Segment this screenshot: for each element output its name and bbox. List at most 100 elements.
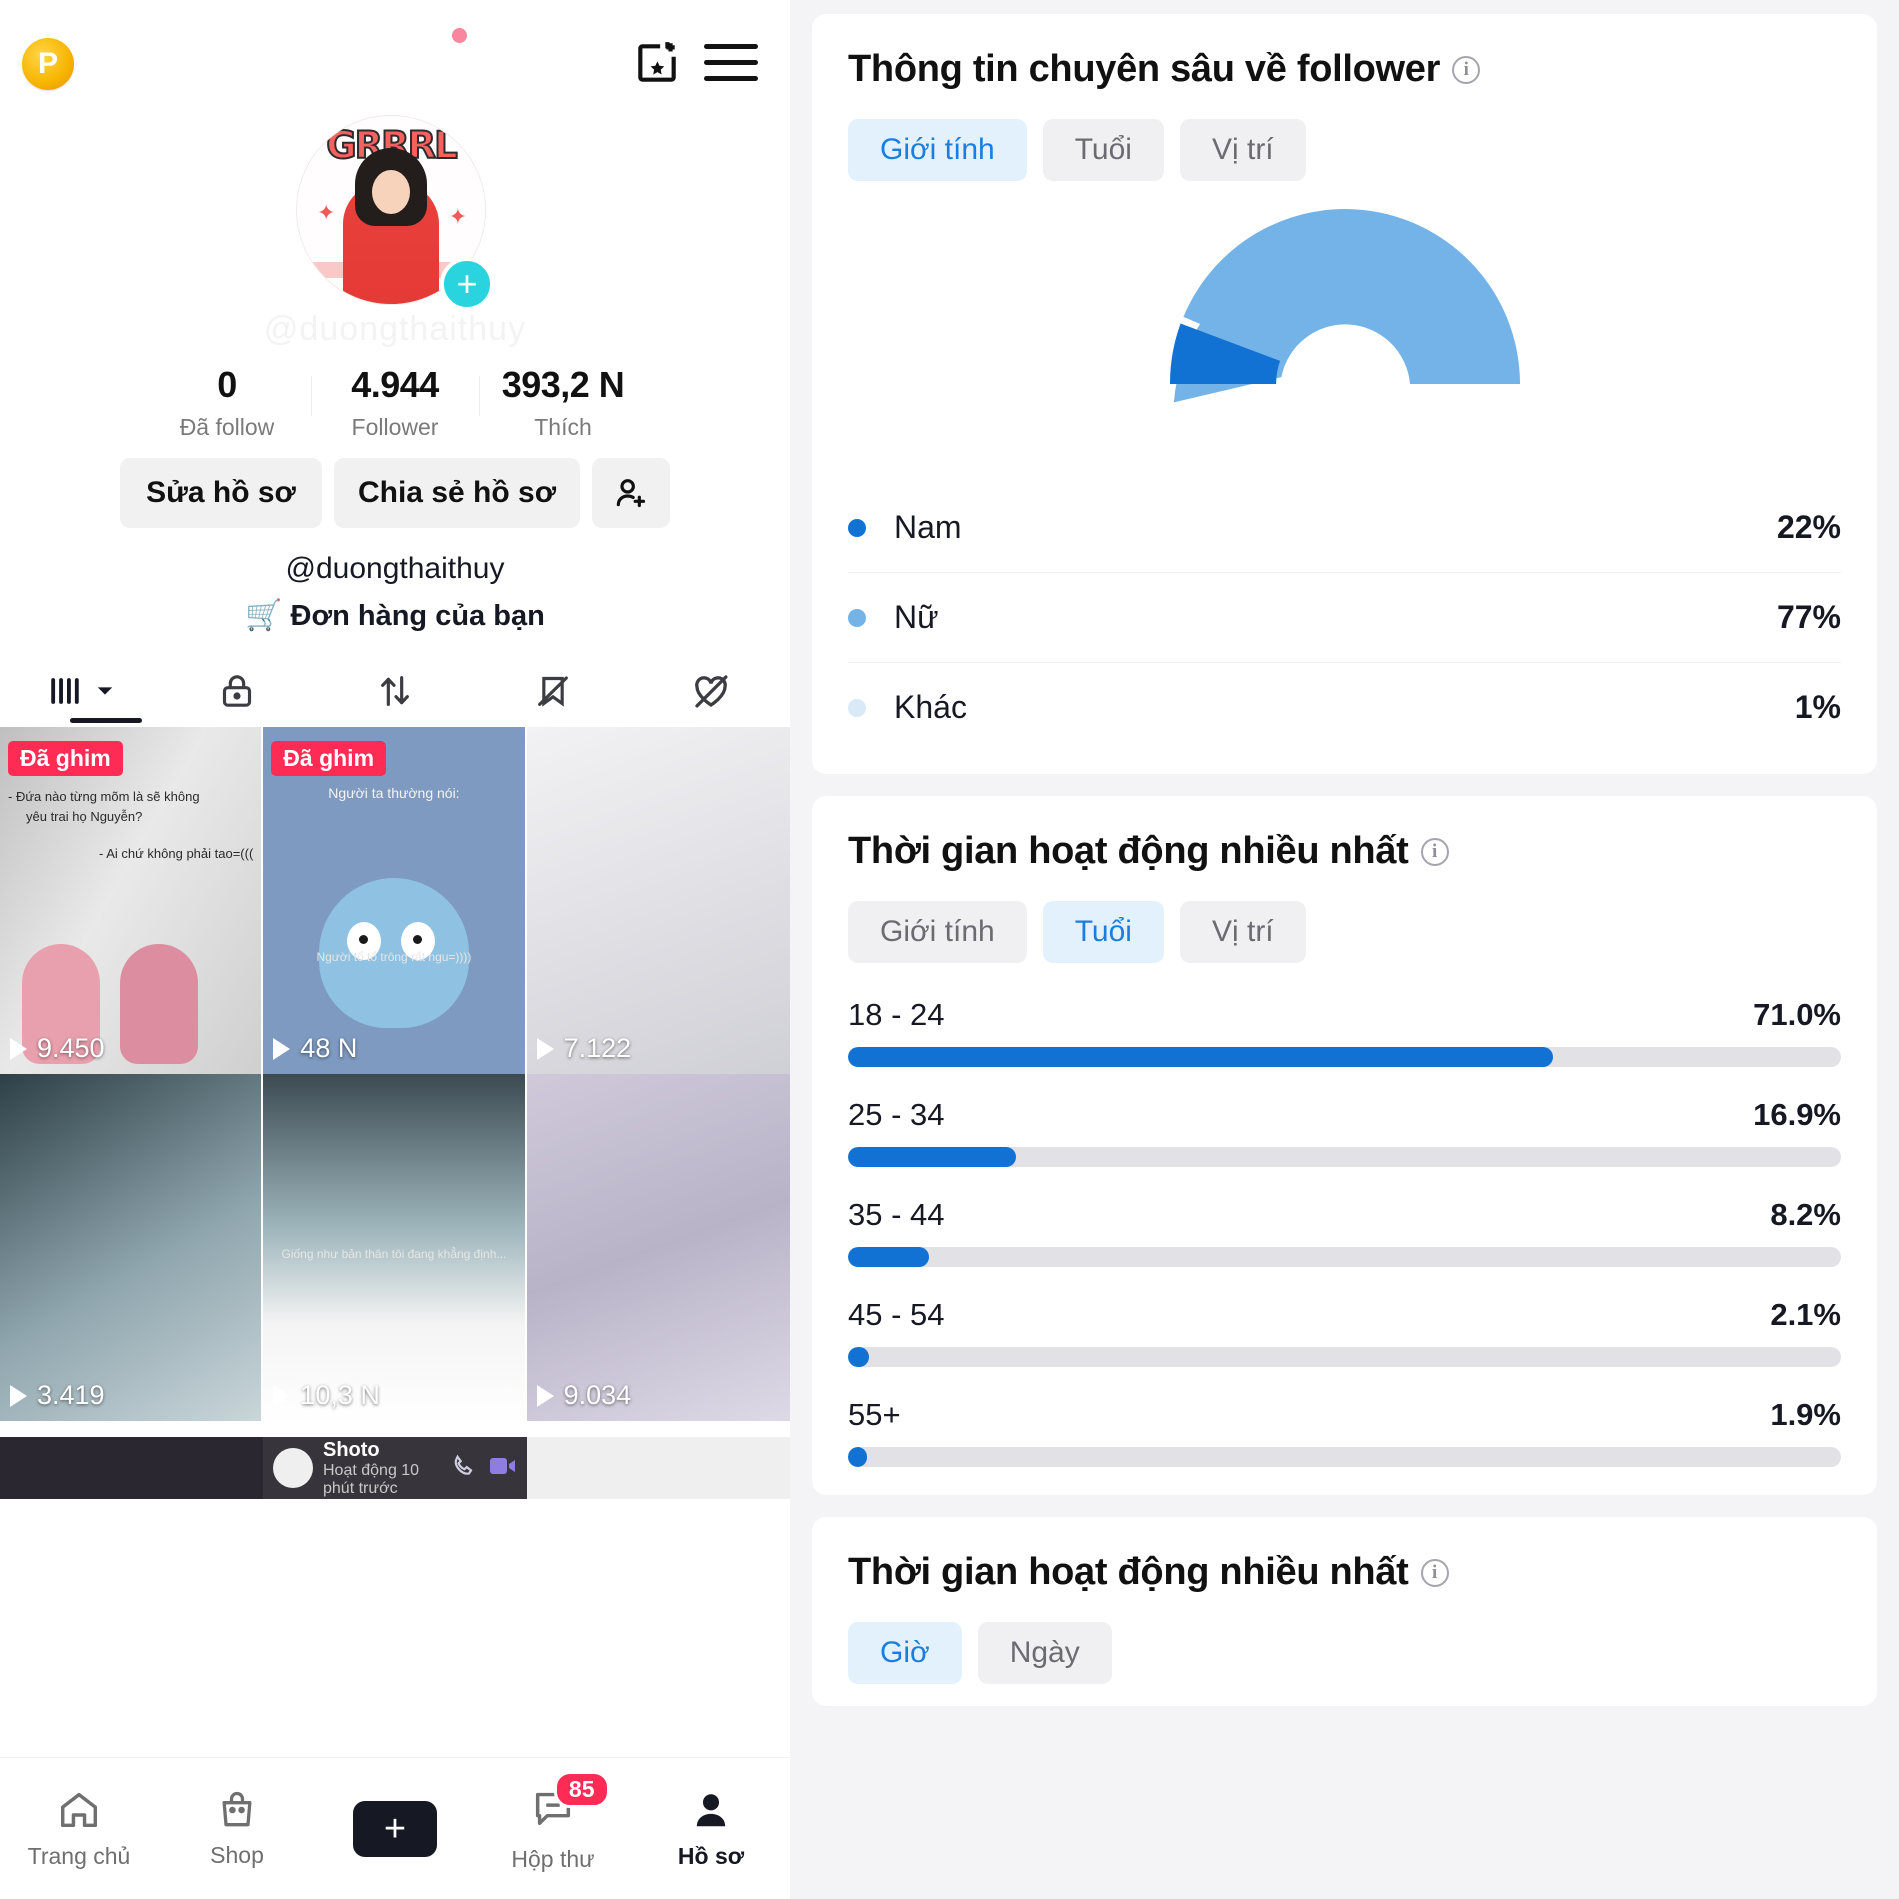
video-thumbnail[interactable]: 9.034 xyxy=(526,1074,790,1421)
video-grid-row: - Đứa nào từng mõm là sẽ không yêu trai … xyxy=(0,727,790,1074)
gender-legend: Nam 22% Nữ 77% Khác 1% xyxy=(848,483,1841,752)
video-thumbnail[interactable]: 7.122 xyxy=(526,727,790,1074)
stat-label: Thích xyxy=(534,414,592,440)
bar-fill xyxy=(848,1347,869,1367)
chat-name: Shoto xyxy=(323,1438,380,1461)
bar-track xyxy=(848,1047,1841,1067)
gender-gauge-chart xyxy=(848,203,1841,453)
chat-notification-overlay[interactable]: Shoto Hoạt động 10 phút trước xyxy=(263,1437,527,1499)
tab-private[interactable] xyxy=(158,655,316,727)
video-grid-row: 3.419 Giống như bản thân tôi đang khẳng … xyxy=(0,1074,790,1421)
nav-label: Hộp thư xyxy=(511,1845,595,1872)
video-thumbnail[interactable]: Người ta thường nói: Người tổ tổ trông r… xyxy=(263,727,527,1074)
nav-item-create[interactable]: + xyxy=(316,1800,474,1857)
legend-label: Nữ xyxy=(894,599,939,635)
stat-followers[interactable]: 4.944 Follower xyxy=(311,364,479,441)
info-icon[interactable]: i xyxy=(1420,1558,1449,1587)
play-icon xyxy=(10,1037,27,1060)
legend-value: 1% xyxy=(1794,689,1841,725)
bar-row: 35 - 44 8.2% xyxy=(848,1197,1841,1267)
nav-item-profile[interactable]: Hồ sơ xyxy=(632,1787,790,1870)
tab-gioi-tinh[interactable]: Giới tính xyxy=(848,119,1027,181)
video-thumbnail[interactable]: - Đứa nào từng mõm là sẽ không yêu trai … xyxy=(0,727,264,1074)
info-icon[interactable]: i xyxy=(1452,55,1481,84)
bar-fill xyxy=(848,1147,1016,1167)
tab-gioi-tinh[interactable]: Giới tính xyxy=(848,901,1027,963)
card-title-text: Thông tin chuyên sâu về follower xyxy=(848,48,1441,90)
tab-vi-tri[interactable]: Vị trí xyxy=(1179,119,1306,181)
most-active-time-card: Thời gian hoạt động nhiều nhất i Giờ Ngà… xyxy=(812,1517,1877,1706)
bar-row: 18 - 24 71.0% xyxy=(848,997,1841,1067)
bar-label: 18 - 24 xyxy=(848,997,945,1032)
legend-row-khac: Khác 1% xyxy=(848,663,1841,752)
coin-badge[interactable]: P xyxy=(22,38,74,90)
legend-label: Khác xyxy=(894,689,967,725)
bar-fill xyxy=(848,1247,930,1267)
tab-ngay[interactable]: Ngày xyxy=(977,1622,1112,1684)
bar-label: 25 - 34 xyxy=(848,1097,945,1132)
play-icon xyxy=(536,1037,554,1060)
video-thumbnail[interactable]: 3.419 xyxy=(0,1074,264,1421)
content-tabs xyxy=(0,655,790,727)
tab-bookmarks-hidden[interactable] xyxy=(474,655,632,727)
video-grid: - Đứa nào từng mõm là sẽ không yêu trai … xyxy=(0,727,790,1421)
nav-item-inbox[interactable]: 85 Hộp thư xyxy=(474,1770,632,1873)
share-profile-button[interactable]: Chia sẻ hồ sơ xyxy=(334,458,580,528)
video-subcaption: Giống như bản thân tôi đang khẳng định..… xyxy=(281,1247,507,1261)
card-title: Thông tin chuyên sâu về follower i xyxy=(848,48,1841,91)
analytics-panel: Thông tin chuyên sâu về follower i Giới … xyxy=(790,0,1899,1899)
follower-insights-card: Thông tin chuyên sâu về follower i Giới … xyxy=(812,14,1877,774)
legend-label: Nam xyxy=(894,509,962,545)
create-plus-icon[interactable]: + xyxy=(345,1800,445,1857)
edit-profile-button[interactable]: Sửa hồ sơ xyxy=(120,458,322,528)
tab-reposts[interactable] xyxy=(316,655,474,727)
tab-tuoi[interactable]: Tuổi xyxy=(1042,119,1164,181)
tab-likes-hidden[interactable] xyxy=(632,655,790,727)
tab-tuoi[interactable]: Tuổi xyxy=(1042,901,1164,963)
info-icon[interactable]: i xyxy=(1420,837,1449,866)
bar-track xyxy=(848,1247,1841,1267)
stat-following[interactable]: 0 Đã follow xyxy=(143,364,311,441)
nav-item-shop[interactable]: Shop xyxy=(158,1788,316,1869)
add-person-icon[interactable] xyxy=(592,458,670,528)
hamburger-menu-icon[interactable] xyxy=(704,44,758,82)
play-icon xyxy=(10,1384,27,1407)
profile-handle[interactable]: @duongthaithuy xyxy=(0,552,790,586)
view-count: 7.122 xyxy=(536,1033,631,1064)
bar-value: 16.9% xyxy=(1753,1097,1841,1132)
bar-track xyxy=(848,1447,1841,1467)
shopping-cart-icon: 🛒 xyxy=(245,599,283,632)
add-story-plus-badge[interactable]: + xyxy=(440,257,494,311)
bar-fill xyxy=(848,1047,1554,1067)
video-camera-icon[interactable] xyxy=(489,1455,517,1482)
tab-vi-tri[interactable]: Vị trí xyxy=(1179,901,1306,963)
nav-label: Trang chủ xyxy=(27,1843,131,1869)
stat-likes[interactable]: 393,2 N Thích xyxy=(479,364,647,441)
legend-dot xyxy=(848,518,866,537)
calendar-star-icon[interactable] xyxy=(632,38,682,88)
legend-row-nu: Nữ 77% xyxy=(848,573,1841,663)
bar-label: 35 - 44 xyxy=(848,1197,945,1232)
stat-value: 4.944 xyxy=(351,364,439,405)
card-title-text: Thời gian hoạt động nhiều nhất xyxy=(848,1551,1409,1593)
phone-icon[interactable] xyxy=(451,1453,477,1484)
active-tab-indicator xyxy=(70,718,142,723)
nav-label: Shop xyxy=(210,1842,264,1868)
gauge-svg xyxy=(1169,209,1520,403)
tiktok-profile-panel: P GRRRL ✦ ✦ + @duongthaithuy 0 Đã follow… xyxy=(0,0,790,1899)
app-screen: P GRRRL ✦ ✦ + @duongthaithuy 0 Đã follow… xyxy=(0,0,1899,1899)
nav-item-home[interactable]: Trang chủ xyxy=(0,1787,158,1870)
hour-day-tabs: Giờ Ngày xyxy=(848,1622,1841,1684)
your-orders-link[interactable]: 🛒 Đơn hàng của bạn xyxy=(0,598,790,633)
video-thumbnail[interactable]: Giống như bản thân tôi đang khẳng định..… xyxy=(263,1074,527,1421)
age-bar-chart: 18 - 24 71.0% 25 - 34 16.9% 35 - 44 8.2%… xyxy=(848,997,1841,1467)
gender-age-location-tabs: Giới tính Tuổi Vị trí xyxy=(848,901,1841,963)
tab-grid-posts[interactable] xyxy=(0,655,158,727)
chat-status: Hoạt động 10 phút trước xyxy=(323,1461,420,1497)
video-subcaption: Người tổ tổ trông rất ngu=)))) xyxy=(316,950,472,964)
tab-gio[interactable]: Giờ xyxy=(848,1622,962,1684)
grid-strip-right xyxy=(527,1437,790,1499)
avatar[interactable]: GRRRL ✦ ✦ + xyxy=(296,115,494,311)
gender-age-location-tabs: Giới tính Tuổi Vị trí xyxy=(848,119,1841,181)
view-count: 48 N xyxy=(273,1033,357,1064)
